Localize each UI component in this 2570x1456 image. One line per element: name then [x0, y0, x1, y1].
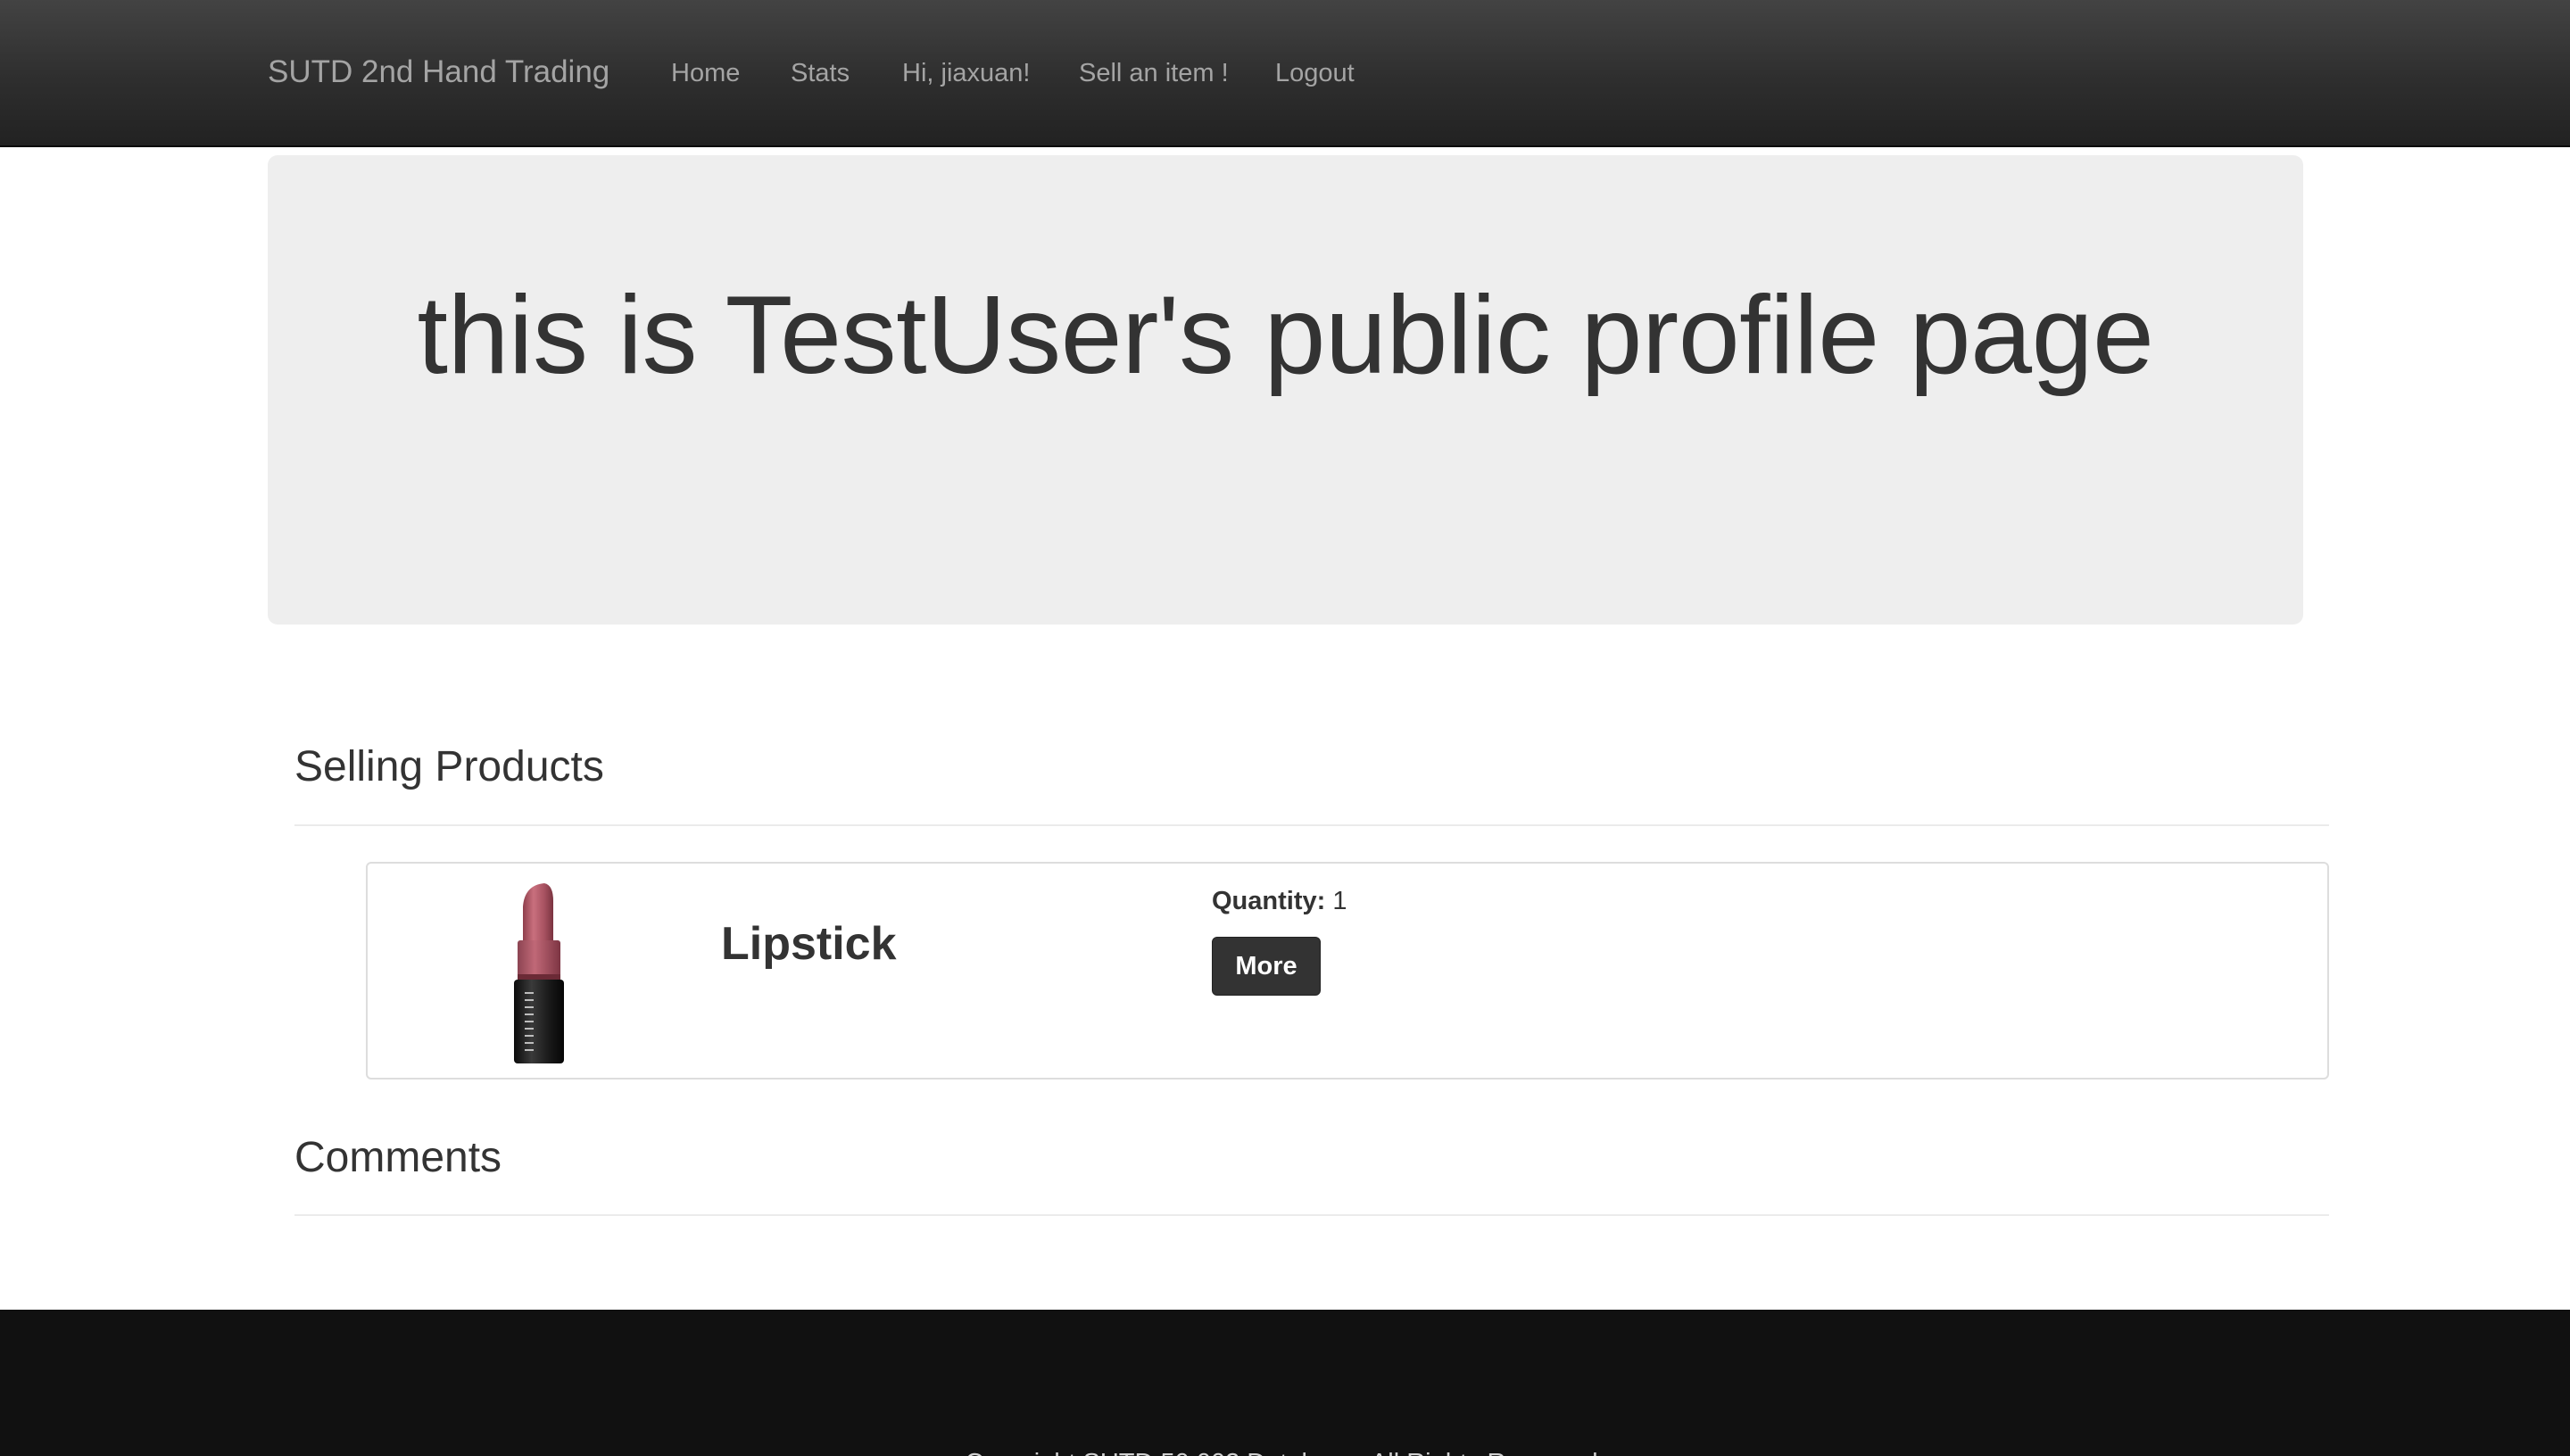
- selling-products-title: Selling Products: [294, 743, 604, 790]
- nav-user-greeting-link[interactable]: Hi, jiaxuan!: [902, 54, 1030, 93]
- more-button[interactable]: More: [1212, 937, 1321, 996]
- section-divider: [294, 1214, 2329, 1216]
- nav-logout-link[interactable]: Logout: [1275, 54, 1355, 93]
- product-card: Lipstick Quantity: 1 More: [366, 862, 2329, 1080]
- profile-heading: this is TestUser's public profile page: [417, 274, 2155, 397]
- top-navbar: SUTD 2nd Hand Trading Home Stats Hi, jia…: [0, 0, 2570, 147]
- product-quantity: Quantity: 1: [1212, 883, 1347, 919]
- section-divider: [294, 824, 2329, 826]
- page-footer: Copyright SUTD 50.002 Database. All Righ…: [0, 1310, 2570, 1456]
- footer-copyright: Copyright SUTD 50.002 Database. All Righ…: [0, 1445, 2570, 1456]
- quantity-value: 1: [1332, 887, 1347, 915]
- lipstick-icon: [498, 880, 578, 1067]
- nav-home-link[interactable]: Home: [671, 54, 740, 93]
- product-name: Lipstick: [721, 918, 897, 970]
- profile-jumbotron: this is TestUser's public profile page: [268, 155, 2303, 625]
- brand-link[interactable]: SUTD 2nd Hand Trading: [268, 50, 609, 95]
- nav-stats-link[interactable]: Stats: [791, 54, 850, 93]
- quantity-label: Quantity:: [1212, 887, 1326, 915]
- comments-title: Comments: [294, 1134, 502, 1181]
- nav-sell-item-link[interactable]: Sell an item !: [1079, 54, 1229, 93]
